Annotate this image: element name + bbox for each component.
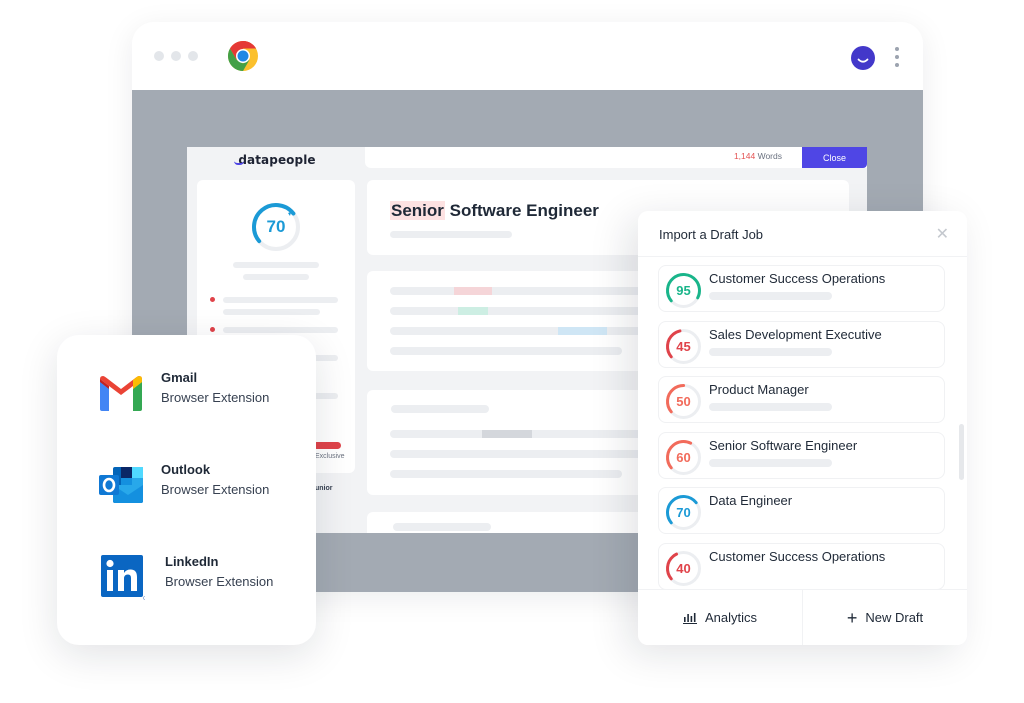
skeleton-line [709, 459, 832, 467]
skeleton-line [233, 262, 319, 268]
skeleton-line [390, 470, 622, 478]
extension-item-gmail[interactable]: Gmail Browser Extension [57, 365, 316, 425]
job-score: 40 [676, 561, 691, 576]
junior-label: unior [315, 485, 333, 492]
analytics-label: Analytics [704, 610, 758, 625]
scrollbar-thumb[interactable] [959, 424, 964, 480]
profile-smile-icon[interactable] [851, 46, 875, 70]
plus-icon: + [846, 607, 858, 628]
skeleton-line [390, 287, 660, 295]
draft-job-item[interactable]: 95 Customer Success Operations [658, 265, 945, 312]
skeleton-line [390, 450, 660, 458]
new-draft-label: New Draft [865, 610, 924, 625]
skeleton-line [390, 307, 660, 315]
job-title: Data Engineer [709, 493, 793, 508]
bar-chart-icon [682, 612, 697, 624]
app-topbar: 1,144 Words Close [365, 147, 867, 168]
job-title: Senior Software Engineer [709, 438, 858, 453]
word-count: 1,144 Words [733, 151, 782, 161]
job-score: 70 [676, 505, 691, 520]
exclusive-label: Exclusive [315, 453, 345, 460]
job-title: Product Manager [709, 382, 809, 397]
draft-job-item[interactable]: 40 Customer Success Operations [658, 543, 945, 589]
skeleton-line [709, 348, 832, 356]
analytics-button[interactable]: Analytics [638, 590, 802, 645]
kebab-menu-icon[interactable] [894, 47, 900, 67]
job-score: 60 [676, 450, 691, 465]
extension-name: Outlook [161, 462, 211, 477]
extension-item-linkedin[interactable]: LinkedIn Browser Extension [57, 549, 316, 609]
close-icon[interactable]: ✕ [936, 224, 949, 244]
panel-title: Import a Draft Job [659, 227, 764, 242]
window-dot-icon [154, 51, 164, 61]
window-dot-icon [171, 51, 181, 61]
skeleton-line [391, 405, 489, 413]
panel-footer: Analytics + New Draft [638, 589, 967, 645]
skeleton-line [390, 327, 660, 335]
close-button[interactable]: Close [802, 147, 867, 168]
job-score: 45 [676, 339, 691, 354]
alert-dot-icon [210, 297, 215, 302]
job-score: 50 [676, 394, 691, 409]
import-draft-panel: Import a Draft Job ✕ 95 Customer Success… [638, 211, 967, 645]
neutral-phrase[interactable] [482, 430, 532, 438]
job-title: Sales Development Executive [709, 327, 882, 342]
extension-subtitle: Browser Extension [165, 574, 274, 589]
skeleton-line [243, 274, 309, 280]
gmail-icon [100, 376, 142, 411]
skeleton-line [709, 403, 832, 411]
alert-dot-icon [210, 327, 215, 332]
job-title: Customer Success Operations [709, 549, 886, 564]
draft-job-item[interactable]: 45 Sales Development Executive [658, 321, 945, 368]
extension-subtitle: Browser Extension [161, 482, 270, 497]
linkedin-icon [101, 555, 145, 600]
extension-name: Gmail [161, 370, 198, 385]
skeleton-line [390, 231, 512, 238]
skeleton-line [223, 327, 338, 333]
new-draft-button[interactable]: + New Draft [802, 590, 967, 645]
exclusive-bar [313, 442, 341, 449]
browser-extensions-card: Gmail Browser Extension Outlook Browser … [57, 335, 316, 645]
skeleton-line [223, 297, 338, 303]
draft-job-list: 95 Customer Success Operations 45 Sales … [638, 258, 967, 589]
highlighted-word[interactable]: Senior [390, 201, 445, 220]
job-title: Senior Software Engineer [390, 201, 599, 220]
job-title: Customer Success Operations [709, 271, 886, 286]
flagged-phrase[interactable] [454, 287, 492, 295]
window-dot-icon [188, 51, 198, 61]
skeleton-line [390, 347, 622, 355]
extension-subtitle: Browser Extension [161, 390, 270, 405]
browser-toolbar [132, 22, 923, 90]
chrome-icon[interactable] [227, 40, 259, 72]
outlook-icon [99, 467, 143, 503]
extension-item-outlook[interactable]: Outlook Browser Extension [57, 457, 316, 517]
draft-job-item[interactable]: 70 Data Engineer [658, 487, 945, 534]
draft-job-item[interactable]: 60 Senior Software Engineer [658, 432, 945, 479]
skeleton-line [709, 292, 832, 300]
positive-phrase[interactable] [458, 307, 488, 315]
suggested-phrase[interactable] [558, 327, 607, 335]
score-value: 70 [266, 217, 286, 236]
job-score: 95 [676, 283, 691, 298]
extension-name: LinkedIn [165, 554, 219, 569]
datapeople-logo: datapeople [187, 147, 367, 172]
skeleton-line [393, 523, 491, 531]
panel-header: Import a Draft Job ✕ [638, 211, 967, 257]
draft-job-item[interactable]: 50 Product Manager [658, 376, 945, 423]
skeleton-line [223, 309, 320, 315]
